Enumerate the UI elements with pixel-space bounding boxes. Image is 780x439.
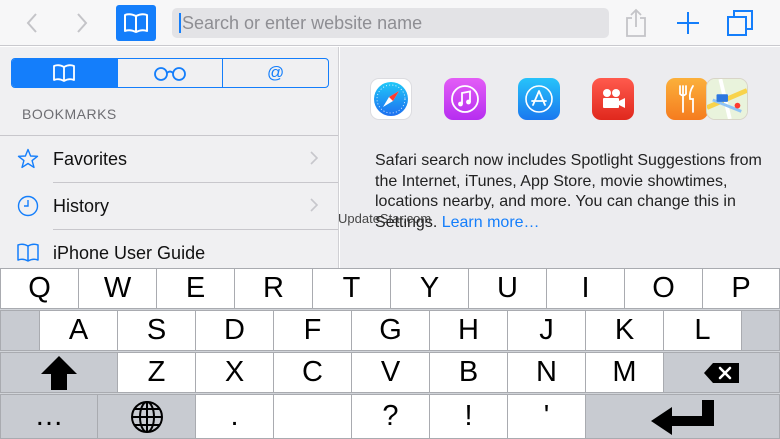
bookmark-row-iphone-user-guide[interactable]: iPhone User Guide: [0, 230, 338, 268]
bookmarks-button[interactable]: [116, 5, 156, 41]
key-o[interactable]: O: [624, 268, 703, 309]
globe-key[interactable]: [97, 394, 196, 439]
backspace-icon: [703, 362, 739, 383]
key-y[interactable]: Y: [390, 268, 469, 309]
spotlight-info-text: Safari search now includes Spotlight Sug…: [375, 151, 775, 233]
key-question[interactable]: ?: [351, 394, 430, 439]
segment-reading-list[interactable]: [118, 59, 224, 87]
glasses-icon: [154, 67, 186, 81]
key-w[interactable]: W: [78, 268, 157, 309]
maps-icon[interactable]: [706, 78, 748, 120]
restaurants-icon[interactable]: [666, 78, 708, 120]
keyboard-spacer-left: [0, 310, 40, 351]
itunes-icon[interactable]: [444, 78, 486, 120]
book-icon: [53, 64, 76, 82]
new-tab-button[interactable]: [674, 6, 702, 40]
key-blank[interactable]: [273, 394, 352, 439]
key-u[interactable]: U: [468, 268, 547, 309]
backspace-key[interactable]: [663, 352, 780, 393]
tabs-icon: [727, 10, 753, 36]
key-f[interactable]: F: [273, 310, 352, 351]
browser-toolbar: Search or enter website name: [0, 0, 780, 46]
return-key[interactable]: [585, 394, 780, 439]
key-b[interactable]: B: [429, 352, 508, 393]
bookmark-row-history[interactable]: History: [0, 183, 338, 229]
share-button[interactable]: [622, 6, 650, 40]
learn-more-link[interactable]: Learn more…: [442, 214, 540, 231]
chevron-left-icon: [26, 13, 37, 33]
book-icon: [13, 243, 43, 263]
text-cursor: [179, 13, 181, 33]
key-a[interactable]: A: [39, 310, 118, 351]
plus-icon: [677, 12, 699, 34]
segment-shared-links[interactable]: @: [223, 59, 328, 87]
key-z[interactable]: Z: [117, 352, 196, 393]
key-apostrophe[interactable]: ': [507, 394, 586, 439]
chevron-right-icon: [309, 197, 319, 218]
spotlight-suggestions-panel: Safari search now includes Spotlight Sug…: [340, 47, 780, 268]
bookmark-row-favorites[interactable]: Favorites: [0, 136, 338, 182]
key-v[interactable]: V: [351, 352, 430, 393]
key-s[interactable]: S: [117, 310, 196, 351]
sidebar-segmented-control: @: [11, 58, 329, 88]
globe-icon: [130, 400, 163, 433]
key-period[interactable]: .: [195, 394, 274, 439]
bookmarks-section-title: BOOKMARKS: [22, 106, 117, 122]
key-n[interactable]: N: [507, 352, 586, 393]
safari-icon[interactable]: [370, 78, 412, 120]
bookmark-label: History: [53, 195, 110, 216]
key-i[interactable]: I: [546, 268, 625, 309]
key-g[interactable]: G: [351, 310, 430, 351]
key-p[interactable]: P: [702, 268, 780, 309]
key-k[interactable]: K: [585, 310, 664, 351]
forward-button[interactable]: [68, 6, 96, 40]
clock-icon: [13, 195, 43, 217]
key-r[interactable]: R: [234, 268, 313, 309]
tabs-button[interactable]: [724, 6, 756, 40]
share-icon: [626, 8, 646, 37]
videos-icon[interactable]: [592, 78, 634, 120]
key-exclamation[interactable]: !: [429, 394, 508, 439]
more-keys-key[interactable]: …: [0, 394, 98, 439]
keyboard-spacer-right: [741, 310, 780, 351]
address-bar[interactable]: Search or enter website name: [172, 8, 609, 38]
address-placeholder: Search or enter website name: [182, 12, 423, 33]
key-m[interactable]: M: [585, 352, 664, 393]
on-screen-keyboard: Q W E R T Y U I O P A S D F G H J K L Z …: [0, 268, 780, 439]
book-icon: [124, 13, 148, 33]
bookmarks-sidebar: @ BOOKMARKS Favorites History iPhone Use…: [0, 47, 339, 268]
spotlight-description: Safari search now includes Spotlight Sug…: [375, 152, 762, 231]
key-e[interactable]: E: [156, 268, 235, 309]
key-q[interactable]: Q: [0, 268, 79, 309]
shift-arrow-icon: [41, 355, 77, 390]
key-h[interactable]: H: [429, 310, 508, 351]
watermark: UpdateStar.com: [338, 211, 432, 226]
back-button[interactable]: [18, 6, 46, 40]
key-j[interactable]: J: [507, 310, 586, 351]
segment-bookmarks[interactable]: [12, 59, 118, 87]
bookmark-label: Favorites: [53, 148, 128, 169]
shift-key[interactable]: [0, 352, 118, 393]
chevron-right-icon: [309, 150, 319, 171]
key-d[interactable]: D: [195, 310, 274, 351]
chevron-right-icon: [77, 13, 88, 33]
star-icon: [13, 148, 43, 170]
key-t[interactable]: T: [312, 268, 391, 309]
key-x[interactable]: X: [195, 352, 274, 393]
key-l[interactable]: L: [663, 310, 742, 351]
bookmark-label: iPhone User Guide: [53, 242, 206, 263]
key-c[interactable]: C: [273, 352, 352, 393]
return-arrow-icon: [650, 399, 714, 435]
app-store-icon[interactable]: [518, 78, 560, 120]
